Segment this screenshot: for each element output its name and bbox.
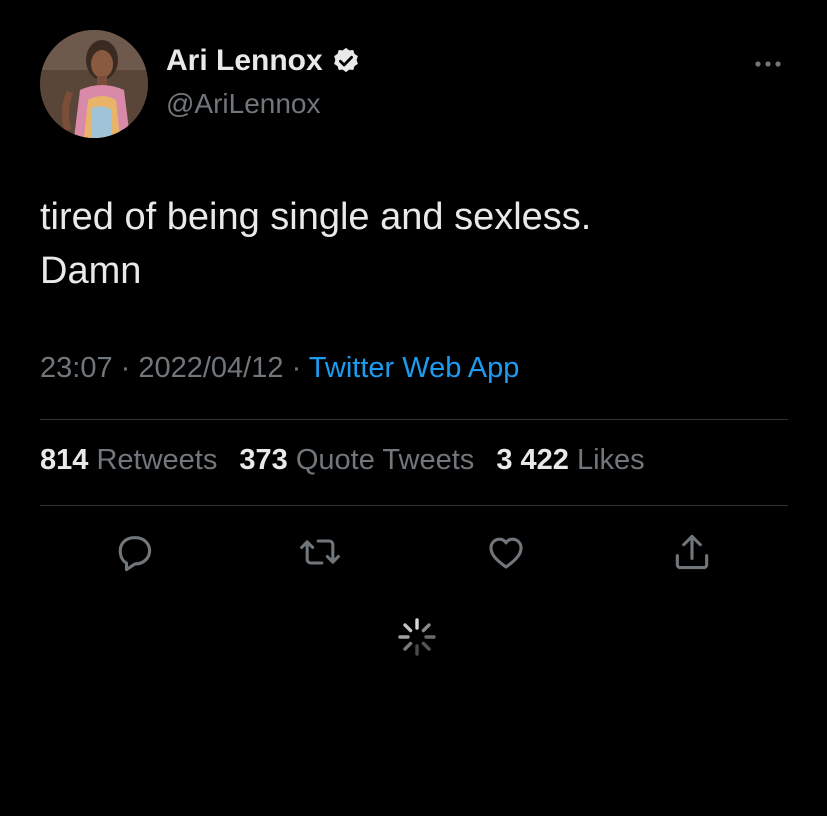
tweet-text: tired of being single and sexless. Damn [40,196,592,292]
tweet-source-link[interactable]: Twitter Web App [309,352,520,384]
author-name-row[interactable]: Ari Lennox [166,44,361,78]
reply-button[interactable] [112,530,156,574]
quotes-label: Quote Tweets [295,444,475,476]
tweet-meta: 23:07 · 2022/04/12 · Twitter Web App [40,352,519,385]
retweets-stat[interactable]: 814 Retweets [40,444,217,476]
tweet-stats: 814 Retweets 373 Quote Tweets 3 422 Like… [40,444,659,477]
retweet-button[interactable] [298,530,342,574]
share-button[interactable] [670,530,714,574]
reply-icon [118,536,152,572]
profile-photo [40,30,148,138]
display-name[interactable]: Ari Lennox [166,44,323,78]
share-icon [675,534,709,570]
loading-spinner-icon [395,615,439,659]
user-handle[interactable]: @AriLennox [166,88,321,120]
meta-separator: · [283,352,309,384]
divider-top [40,419,788,420]
verified-badge-icon [331,46,361,76]
like-button[interactable] [484,530,528,574]
likes-label: Likes [576,444,645,476]
retweet-icon [300,539,340,565]
retweets-label: Retweets [96,444,218,476]
tweet-time[interactable]: 23:07 [40,352,113,384]
quote-tweets-stat[interactable]: 373 Quote Tweets [239,444,474,476]
more-options-icon[interactable] [748,52,788,76]
divider-bottom [40,505,788,506]
likes-stat[interactable]: 3 422 Likes [496,444,644,476]
likes-count: 3 422 [496,444,569,476]
retweets-count: 814 [40,444,89,476]
heart-icon [489,537,523,569]
avatar[interactable] [40,30,148,138]
meta-separator: · [112,352,139,384]
quotes-count: 373 [239,444,288,476]
tweet-date[interactable]: 2022/04/12 [138,352,283,384]
